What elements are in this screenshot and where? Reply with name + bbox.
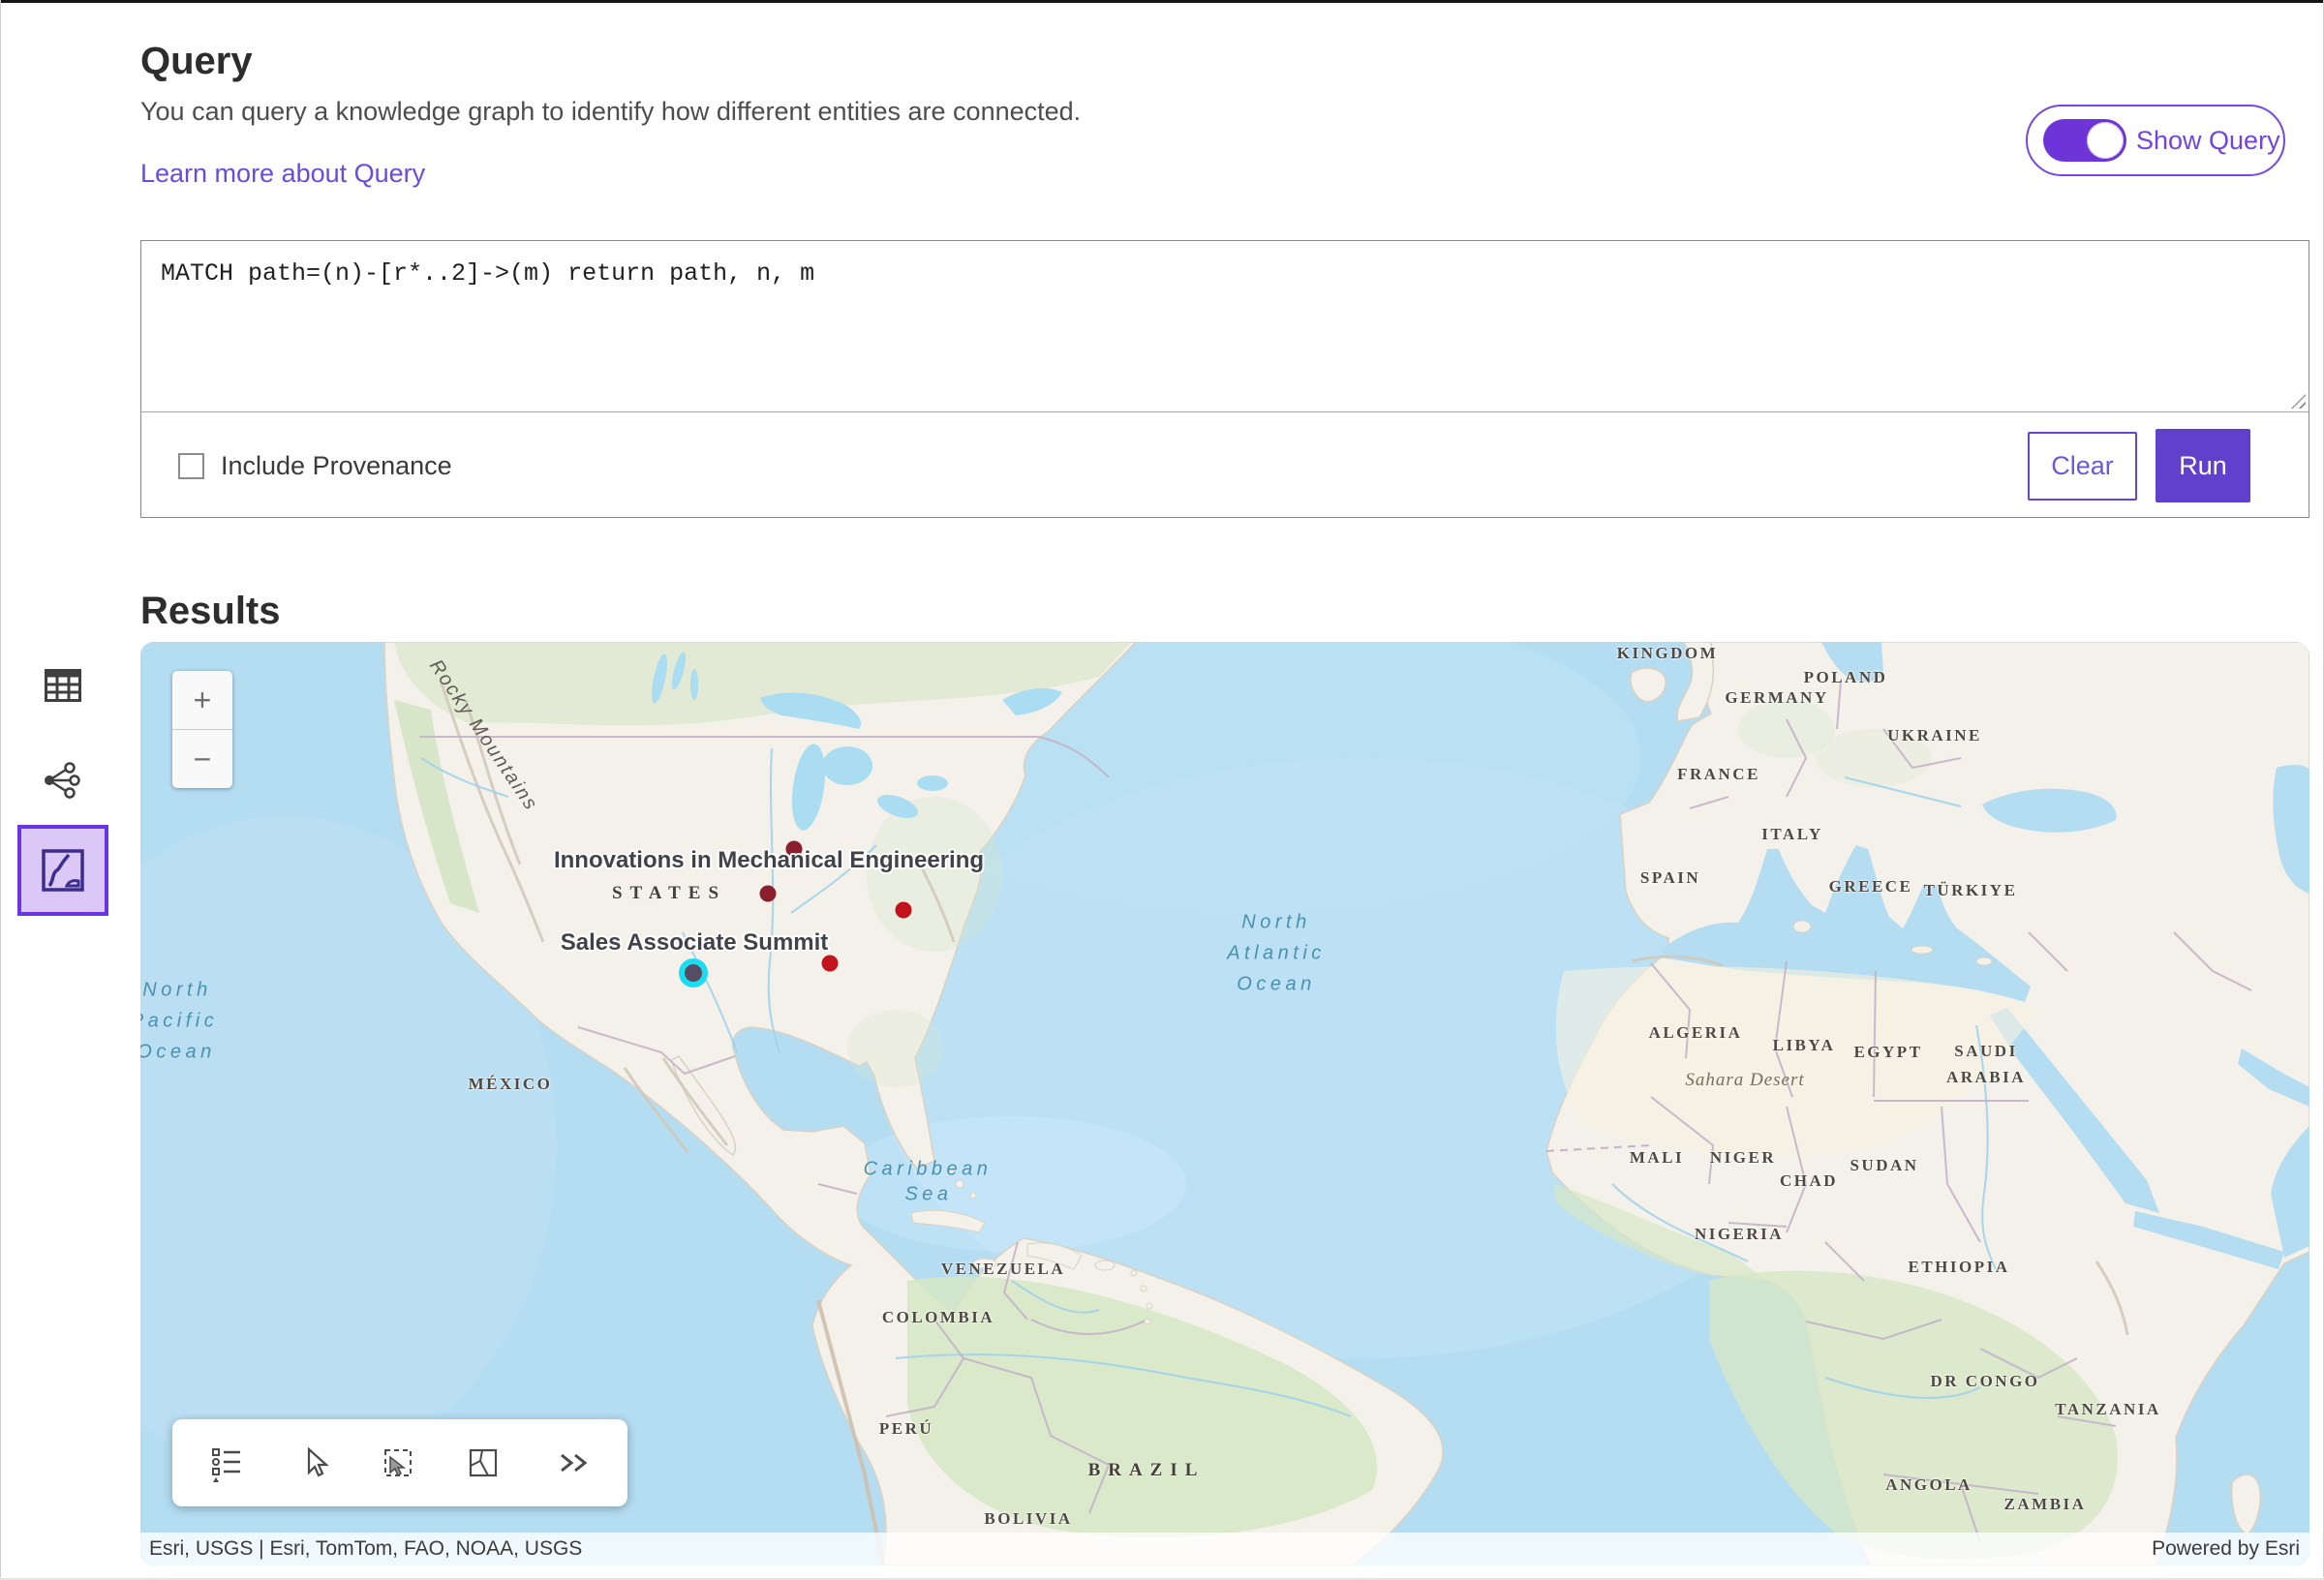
attribution-powered-by[interactable]: Powered by Esri — [2152, 1537, 2309, 1561]
expand-icon — [550, 1443, 593, 1482]
toggle-knob — [2087, 122, 2124, 159]
window-top-border — [0, 0, 2324, 3]
map-place-label: ANGOLA — [1885, 1475, 1972, 1495]
map-attribution: Esri, USGS | Esri, TomTom, FAO, NOAA, US… — [140, 1533, 2309, 1565]
sidebar-item-map-view[interactable] — [17, 825, 108, 916]
map-place-label: MÉXICO — [469, 1075, 553, 1094]
map-place-label: POLAND — [1804, 668, 1888, 687]
map-place-label: GREECE — [1829, 877, 1913, 896]
map-place-label: MALI — [1630, 1148, 1684, 1168]
select-region-icon — [464, 1443, 503, 1482]
map-place-label: ITALY — [1761, 825, 1823, 844]
page-title: Query — [140, 40, 253, 83]
map-place-label: BRAZIL — [1088, 1460, 1206, 1481]
map-place-label: Pacific — [140, 1011, 218, 1033]
page-description: You can query a knowledge graph to ident… — [140, 97, 1081, 127]
include-provenance-checkbox[interactable] — [178, 453, 204, 479]
clear-button[interactable]: Clear — [2028, 432, 2137, 501]
map-place-label: ZAMBIA — [2004, 1495, 2087, 1514]
cursor-icon — [293, 1443, 332, 1482]
map-place-label: NIGERIA — [1695, 1225, 1784, 1244]
select-marquee-button[interactable] — [379, 1443, 417, 1482]
map-place-label: PERÚ — [879, 1419, 933, 1439]
map-place-label: DR CONGO — [1930, 1372, 2039, 1391]
table-icon — [45, 669, 81, 702]
sidebar-item-table-view[interactable] — [45, 669, 81, 705]
learn-more-link[interactable]: Learn more about Query — [140, 159, 425, 189]
map-place-label: Ocean — [140, 1042, 216, 1064]
map-place-label: Ocean — [1237, 974, 1315, 996]
map-place-label: KINGDOM — [1617, 644, 1718, 663]
map-place-label: Sahara Desert — [1685, 1070, 1804, 1091]
zoom-out-button[interactable]: − — [172, 730, 232, 788]
link-chart-icon — [41, 761, 81, 800]
map-marker[interactable] — [760, 886, 777, 902]
toggle-switch-icon[interactable] — [2043, 119, 2126, 162]
query-panel-footer: Include Provenance Clear Run — [141, 413, 2309, 518]
results-map[interactable]: KINGDOM POLANDGERMANY UKRAINE FRANCE ITALY SP… — [140, 642, 2309, 1565]
map-place-label: FRANCE — [1677, 765, 1760, 784]
sidebar-item-link-chart-view[interactable] — [41, 761, 81, 803]
cursor-tool-button[interactable] — [293, 1443, 332, 1482]
include-provenance-label: Include Provenance — [221, 451, 452, 481]
map-place-label: North — [142, 980, 211, 1002]
select-region-button[interactable] — [464, 1443, 503, 1482]
map-place-label: LIBYA — [1773, 1036, 1836, 1055]
map-event-label: Innovations in Mechanical Engineering — [554, 847, 984, 874]
map-place-label: STATES — [612, 883, 726, 904]
map-place-label: SPAIN — [1640, 868, 1700, 888]
expand-toolbar-button[interactable] — [550, 1443, 593, 1482]
map-place-label: Atlantic — [1227, 943, 1326, 965]
query-panel: MATCH path=(n)-[r*..2]->(m) return path,… — [140, 240, 2309, 518]
map-place-label: TANZANIA — [2055, 1400, 2160, 1419]
zoom-in-button[interactable]: + — [172, 671, 232, 729]
query-input[interactable]: MATCH path=(n)-[r*..2]->(m) return path,… — [141, 241, 2309, 412]
map-place-label: Sea — [904, 1184, 952, 1206]
window-left-border — [0, 0, 1, 1580]
map-icon — [40, 847, 86, 894]
map-place-label: Rocky Mountains — [424, 656, 542, 816]
legend-icon — [207, 1443, 246, 1482]
results-title: Results — [140, 590, 281, 633]
map-place-label: EGYPT — [1853, 1043, 1922, 1062]
map-place-label: UKRAINE — [1887, 726, 1982, 745]
map-place-label: SAUDI — [1954, 1042, 2017, 1061]
map-place-label: ALGERIA — [1649, 1023, 1743, 1043]
map-place-label: BOLIVIA — [984, 1509, 1072, 1529]
map-event-label: Sales Associate Summit — [561, 929, 829, 957]
map-place-label: GERMANY — [1725, 688, 1828, 708]
map-place-label: VENEZUELA — [941, 1260, 1065, 1279]
map-zoom-control: + − — [172, 671, 232, 788]
map-marker[interactable] — [679, 958, 708, 988]
map-place-label: ETHIOPIA — [1908, 1258, 2009, 1277]
map-marker[interactable] — [896, 902, 912, 919]
map-place-label: TÜRKIYE — [1924, 881, 2018, 900]
show-query-toggle[interactable]: Show Query — [2026, 105, 2285, 176]
map-place-label: NIGER — [1710, 1148, 1776, 1168]
show-query-label: Show Query — [2136, 126, 2280, 156]
run-button[interactable]: Run — [2156, 429, 2250, 502]
map-toolbar — [172, 1419, 627, 1506]
map-place-label: CHAD — [1780, 1171, 1838, 1191]
map-place-label: ARABIA — [1946, 1068, 2026, 1087]
map-marker[interactable] — [822, 956, 839, 972]
map-place-label: COLOMBIA — [882, 1308, 994, 1327]
map-place-label: North — [1241, 912, 1310, 934]
map-place-label: SUDAN — [1850, 1156, 1918, 1175]
select-marquee-icon — [379, 1443, 417, 1482]
legend-button[interactable] — [207, 1443, 246, 1482]
map-place-label: Caribbean — [864, 1159, 993, 1181]
attribution-sources: Esri, USGS | Esri, TomTom, FAO, NOAA, US… — [140, 1537, 582, 1561]
